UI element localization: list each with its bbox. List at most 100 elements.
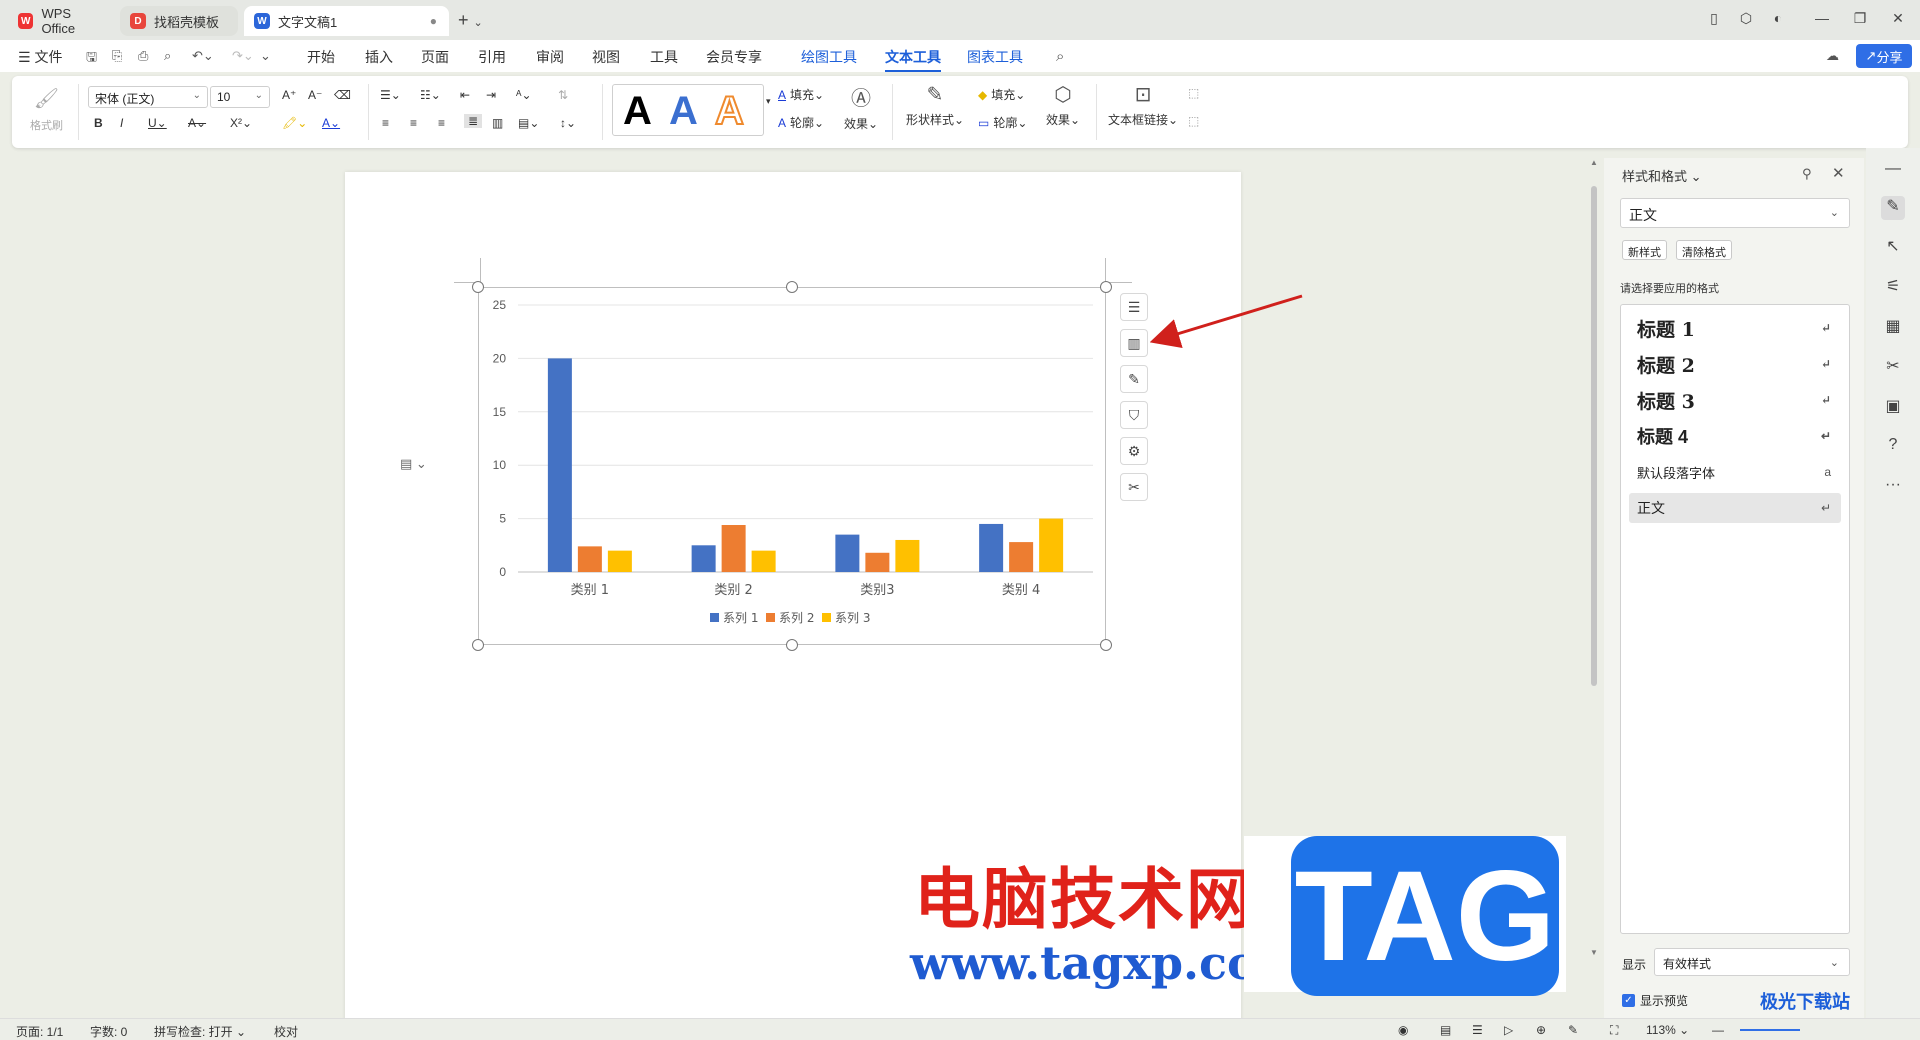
print-icon[interactable]: ⎙ bbox=[138, 48, 148, 64]
scroll-down-icon[interactable]: ▼ bbox=[1590, 948, 1598, 957]
vertical-scrollbar[interactable]: ▲ ▼ bbox=[1588, 158, 1600, 1018]
pane-title[interactable]: 样式和格式 ⌄ bbox=[1622, 166, 1702, 185]
decrease-indent-icon[interactable]: ⇤ bbox=[460, 88, 470, 102]
align-left-icon[interactable]: ≡ bbox=[382, 116, 389, 130]
web-view-icon[interactable]: ⊕ bbox=[1536, 1023, 1546, 1037]
bullet-list-icon[interactable]: ☰⌄ bbox=[380, 88, 401, 102]
style-heading-2[interactable]: 标题 2 ↵ bbox=[1629, 349, 1841, 379]
distributed-icon[interactable]: ▥ bbox=[492, 116, 503, 130]
tab-docer-template[interactable]: D 找稻壳模板 bbox=[120, 6, 238, 36]
resize-handle-n[interactable] bbox=[786, 281, 798, 293]
font-color-icon[interactable]: A⌄ bbox=[322, 116, 340, 130]
gallery-more-icon[interactable]: ▾ bbox=[766, 96, 771, 107]
bold-icon[interactable]: B bbox=[94, 116, 103, 130]
avatar[interactable]: ◐ bbox=[1768, 10, 1788, 26]
text-direction-icon[interactable]: ᴬ⌄ bbox=[516, 88, 532, 102]
underline-icon[interactable]: U⌄ bbox=[148, 116, 167, 130]
fit-icon[interactable]: ⛶ bbox=[1610, 1023, 1618, 1038]
more-quick-icon[interactable]: ⌄ bbox=[260, 48, 271, 64]
page-view-icon[interactable]: ▤ bbox=[1440, 1023, 1451, 1037]
collapse-icon[interactable]: — bbox=[1881, 160, 1905, 184]
menu-text-tools[interactable]: 文本工具 bbox=[885, 47, 941, 72]
more-icon[interactable]: ··· bbox=[1881, 476, 1905, 500]
tab-document[interactable]: W 文字文稿1 ● bbox=[244, 6, 449, 36]
minimize-icon[interactable]: — bbox=[1812, 10, 1832, 26]
shape-effect-button[interactable]: ⬡ 效果⌄ bbox=[1046, 82, 1080, 128]
zoom-out-icon[interactable]: — bbox=[1712, 1023, 1724, 1037]
style-heading-1[interactable]: 标题 1 ↵ bbox=[1629, 313, 1841, 343]
spell-check[interactable]: 拼写检查: 打开 ⌄ bbox=[154, 1023, 246, 1040]
resize-handle-ne[interactable] bbox=[1100, 281, 1112, 293]
search-icon[interactable]: ⌕ bbox=[1056, 48, 1064, 65]
style-heading-4[interactable]: 标题 4 ↵ bbox=[1629, 421, 1841, 451]
style-heading-3[interactable]: 标题 3 ↵ bbox=[1629, 385, 1841, 415]
resize-handle-se[interactable] bbox=[1100, 639, 1112, 651]
new-style-button[interactable]: 新样式 bbox=[1622, 240, 1667, 260]
menu-drawing-tools[interactable]: 绘图工具 bbox=[801, 47, 857, 67]
clear-format-button[interactable]: 清除格式 bbox=[1676, 240, 1732, 260]
tab-wps-office[interactable]: W WPS Office bbox=[8, 6, 116, 36]
resize-handle-sw[interactable] bbox=[472, 639, 484, 651]
menu-home[interactable]: 开始 bbox=[307, 47, 335, 67]
print-preview-icon[interactable]: ⌕ bbox=[164, 48, 171, 64]
eye-icon[interactable]: ◉ bbox=[1398, 1023, 1408, 1037]
chart-layout-button[interactable]: ☰ bbox=[1120, 293, 1148, 321]
increase-indent-icon[interactable]: ⇥ bbox=[486, 88, 496, 102]
layout-icon[interactable]: ▯ bbox=[1704, 10, 1724, 27]
undo-icon[interactable]: ↶⌄ bbox=[192, 48, 214, 64]
font-name-select[interactable]: 宋体 (正文) ⌄ bbox=[88, 86, 208, 108]
grow-font-icon[interactable]: A⁺ bbox=[282, 88, 296, 102]
show-preview-checkbox[interactable]: ✓ 显示预览 bbox=[1622, 992, 1688, 1009]
chart-edit-icon[interactable]: ▦ bbox=[1881, 316, 1905, 340]
chart-settings-button[interactable]: ⚙ bbox=[1120, 437, 1148, 465]
line-spacing-icon[interactable]: ↕⌄ bbox=[560, 116, 576, 130]
justify-icon[interactable]: ≣ bbox=[464, 114, 483, 128]
cube-icon[interactable]: ⬡ bbox=[1736, 10, 1756, 27]
shape-style-button[interactable]: ✎ 形状样式⌄ bbox=[906, 82, 964, 128]
tools-icon[interactable]: ✂ bbox=[1881, 356, 1905, 380]
sort-icon[interactable]: ⇅ bbox=[558, 88, 568, 102]
select-icon[interactable]: ↖ bbox=[1881, 236, 1905, 260]
shape-outline-button[interactable]: ▭ 轮廓 ⌄ bbox=[978, 114, 1027, 131]
align-center-icon[interactable]: ≡ bbox=[410, 116, 417, 130]
outline-view-icon[interactable]: ☰ bbox=[1472, 1023, 1483, 1037]
menu-insert[interactable]: 插入 bbox=[365, 47, 393, 67]
menu-review[interactable]: 审阅 bbox=[536, 47, 564, 67]
menu-tools[interactable]: 工具 bbox=[650, 47, 678, 67]
numbered-list-icon[interactable]: ☷⌄ bbox=[420, 88, 441, 102]
zoom-level[interactable]: 113% ⌄ bbox=[1646, 1023, 1689, 1037]
text-effects-gallery[interactable]: A A A bbox=[612, 84, 764, 136]
word-count[interactable]: 字数: 0 bbox=[90, 1023, 127, 1040]
chart-tools-button[interactable]: ✂ bbox=[1120, 473, 1148, 501]
textbox-prev-icon[interactable]: ⬚ bbox=[1188, 86, 1199, 100]
text-style-orange-outline[interactable]: A bbox=[714, 88, 745, 134]
shape-fill-button[interactable]: ◆ 填充 ⌄ bbox=[978, 86, 1025, 103]
scroll-thumb[interactable] bbox=[1591, 186, 1597, 686]
file-menu[interactable]: ☰ 文件 bbox=[18, 47, 62, 67]
font-size-select[interactable]: 10 ⌄ bbox=[210, 86, 270, 108]
close-icon[interactable]: ✕ bbox=[1888, 10, 1908, 27]
text-effect-button[interactable]: Ⓐ 效果⌄ bbox=[844, 82, 878, 132]
superscript-icon[interactable]: X²⌄ bbox=[230, 116, 252, 130]
text-style-blue[interactable]: A bbox=[669, 89, 698, 134]
zoom-slider[interactable] bbox=[1740, 1029, 1800, 1031]
scroll-up-icon[interactable]: ▲ bbox=[1590, 158, 1598, 167]
proofread[interactable]: 校对 bbox=[274, 1023, 298, 1040]
help-icon[interactable]: ? bbox=[1881, 436, 1905, 460]
style-format-icon[interactable]: ✎ bbox=[1881, 196, 1905, 220]
menu-references[interactable]: 引用 bbox=[478, 47, 506, 67]
textbox-link-button[interactable]: ⊡ 文本框链接⌄ bbox=[1108, 82, 1178, 128]
strikethrough-icon[interactable]: A⌄ bbox=[188, 116, 206, 130]
align-right-icon[interactable]: ≡ bbox=[438, 116, 445, 130]
italic-icon[interactable]: I bbox=[120, 116, 123, 130]
style-normal[interactable]: 正文 ↵ bbox=[1629, 493, 1841, 523]
clear-format-icon[interactable]: ⌫ bbox=[334, 88, 351, 102]
chart-style-button[interactable]: ✎ bbox=[1120, 365, 1148, 393]
pen-mode-icon[interactable]: ✎ bbox=[1568, 1023, 1578, 1037]
resize-handle-s[interactable] bbox=[786, 639, 798, 651]
resize-handle-nw[interactable] bbox=[472, 281, 484, 293]
play-icon[interactable]: ▷ bbox=[1504, 1023, 1513, 1037]
text-fill-button[interactable]: A 填充 ⌄ bbox=[778, 86, 824, 103]
menu-member[interactable]: 会员专享 bbox=[706, 47, 762, 67]
show-filter-select[interactable]: 有效样式 ⌄ bbox=[1654, 948, 1850, 976]
